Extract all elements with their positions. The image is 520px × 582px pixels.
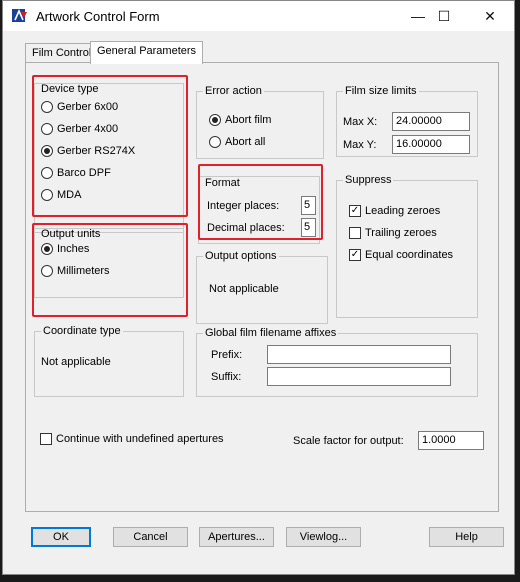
help-button[interactable]: Help: [429, 527, 504, 547]
radio-circle-selected[interactable]: [41, 243, 53, 255]
general-parameters-page: Device type Gerber 6x00 Gerber 4x00 Gerb…: [25, 62, 499, 512]
radio-gerber-6x00[interactable]: Gerber 6x00: [41, 101, 118, 113]
radio-circle[interactable]: [41, 101, 53, 113]
radio-label: Gerber RS274X: [57, 145, 136, 157]
radio-circle[interactable]: [209, 136, 221, 148]
output-units-group: Output units Inches Millimeters: [34, 228, 184, 298]
tab-general-parameters[interactable]: General Parameters: [90, 41, 204, 64]
max-y-label: Max Y:: [343, 139, 377, 151]
film-size-limits-title: Film size limits: [343, 85, 419, 97]
close-button[interactable]: ✕: [467, 1, 513, 31]
radio-abort-all[interactable]: Abort all: [209, 136, 265, 148]
integer-places-label: Integer places:: [207, 200, 280, 212]
radio-circle-selected[interactable]: [209, 114, 221, 126]
scale-factor-label: Scale factor for output:: [293, 435, 404, 447]
maximize-button[interactable]: ☐: [421, 1, 467, 31]
suffix-label: Suffix:: [211, 371, 242, 383]
global-affixes-group: Global film filename affixes Prefix: Suf…: [196, 327, 478, 397]
radio-circle[interactable]: [41, 265, 53, 277]
device-type-title: Device type: [41, 83, 99, 95]
radio-label: Millimeters: [57, 265, 110, 277]
prefix-label: Prefix:: [211, 349, 243, 361]
suffix-field[interactable]: [267, 367, 451, 386]
artwork-control-window: Artwork Control Form — ☐ ✕ Film Control …: [2, 0, 515, 575]
decimal-places-label: Decimal places:: [207, 222, 285, 234]
radio-millimeters[interactable]: Millimeters: [41, 265, 110, 277]
radio-barco-dpf[interactable]: Barco DPF: [41, 167, 111, 179]
coordinate-type-title: Coordinate type: [41, 325, 123, 337]
check-box[interactable]: ✓: [349, 249, 361, 261]
output-options-title: Output options: [203, 250, 279, 262]
error-action-group: Error action Abort film Abort all: [196, 85, 324, 159]
output-options-value: Not applicable: [209, 283, 279, 295]
scale-factor-field[interactable]: 1.0000: [418, 431, 484, 450]
radio-label: Abort all: [225, 136, 266, 148]
app-icon: [12, 9, 27, 22]
radio-circle[interactable]: [41, 123, 53, 135]
radio-abort-film[interactable]: Abort film: [209, 114, 271, 126]
radio-gerber-rs274x[interactable]: Gerber RS274X: [41, 145, 135, 157]
radio-label: Abort film: [225, 114, 272, 126]
tab-film-control[interactable]: Film Control: [25, 43, 99, 64]
suppress-title: Suppress: [343, 174, 394, 186]
integer-places-field[interactable]: 5: [301, 196, 316, 215]
max-x-field[interactable]: 24.00000: [392, 112, 470, 131]
checkbox-label: Trailing zeroes: [365, 227, 437, 239]
coordinate-type-group: Coordinate type Not applicable: [34, 325, 184, 397]
max-x-label: Max X:: [343, 116, 378, 128]
output-options-group: Output options Not applicable: [196, 250, 328, 324]
max-y-field[interactable]: 16.00000: [392, 135, 470, 154]
checkbox-label: Continue with undefined apertures: [56, 433, 224, 445]
decimal-places-field[interactable]: 5: [301, 218, 316, 237]
radio-mda[interactable]: MDA: [41, 189, 81, 201]
radio-label: Gerber 4x00: [57, 123, 119, 135]
apertures-button[interactable]: Apertures...: [199, 527, 274, 547]
tab-control: Film Control General Parameters Device t…: [3, 31, 514, 576]
format-group: Format Integer places: 5 Decimal places:…: [198, 176, 320, 244]
global-affixes-title: Global film filename affixes: [203, 327, 339, 339]
radio-label: Gerber 6x00: [57, 101, 119, 113]
checkbox-trailing-zeroes[interactable]: Trailing zeroes: [349, 227, 437, 239]
output-units-title: Output units: [41, 228, 101, 240]
error-action-title: Error action: [203, 85, 264, 97]
radio-label: Inches: [57, 243, 90, 255]
check-box[interactable]: [40, 433, 52, 445]
radio-circle[interactable]: [41, 189, 53, 201]
checkbox-equal-coordinates[interactable]: ✓ Equal coordinates: [349, 249, 453, 261]
cancel-button[interactable]: Cancel: [113, 527, 188, 547]
radio-circle-selected[interactable]: [41, 145, 53, 157]
radio-label: Barco DPF: [57, 167, 111, 179]
checkbox-label: Equal coordinates: [365, 249, 454, 261]
film-size-limits-group: Film size limits Max X: 24.00000 Max Y: …: [336, 85, 478, 157]
title-bar: Artwork Control Form — ☐ ✕: [3, 1, 514, 31]
radio-label: MDA: [57, 189, 82, 201]
viewlog-button[interactable]: Viewlog...: [286, 527, 361, 547]
window-title: Artwork Control Form: [36, 9, 160, 24]
prefix-field[interactable]: [267, 345, 451, 364]
radio-circle[interactable]: [41, 167, 53, 179]
suppress-group: Suppress ✓ Leading zeroes Trailing zeroe…: [336, 174, 478, 318]
radio-gerber-4x00[interactable]: Gerber 4x00: [41, 123, 118, 135]
check-box[interactable]: [349, 227, 361, 239]
checkbox-continue-undefined-apertures[interactable]: Continue with undefined apertures: [40, 433, 224, 445]
checkbox-label: Leading zeroes: [365, 205, 441, 217]
checkbox-leading-zeroes[interactable]: ✓ Leading zeroes: [349, 205, 440, 217]
device-type-group: Device type Gerber 6x00 Gerber 4x00 Gerb…: [34, 83, 184, 233]
coordinate-type-value: Not applicable: [41, 356, 111, 368]
radio-inches[interactable]: Inches: [41, 243, 89, 255]
format-title: Format: [205, 177, 240, 189]
check-box[interactable]: ✓: [349, 205, 361, 217]
ok-button[interactable]: OK: [31, 527, 91, 547]
